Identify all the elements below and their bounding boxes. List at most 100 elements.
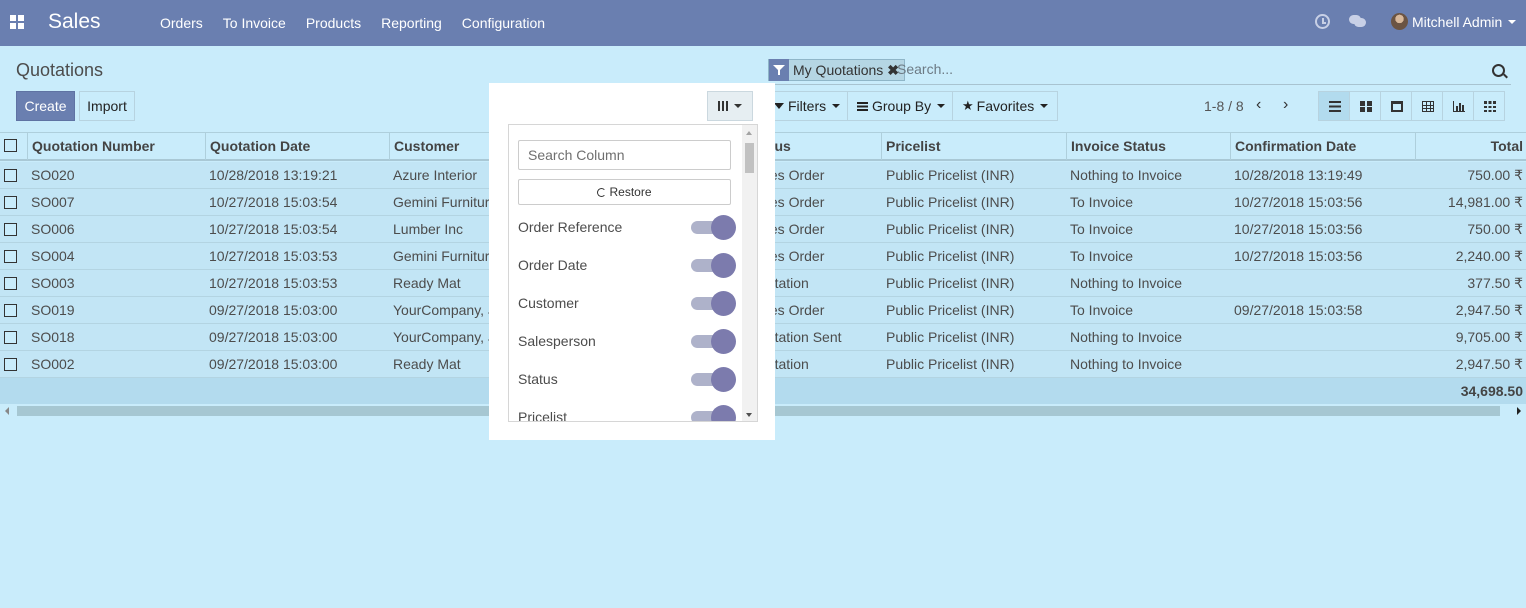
column-header[interactable]: Total xyxy=(1415,133,1526,160)
scroll-up-icon[interactable] xyxy=(746,131,752,135)
row-checkbox[interactable] xyxy=(4,196,17,209)
create-button[interactable]: Create xyxy=(16,91,75,121)
scrollbar-thumb[interactable] xyxy=(745,143,754,173)
table-cell xyxy=(1234,324,1414,351)
pager-value[interactable]: 1-8 / 8 xyxy=(1204,98,1244,114)
table-cell: 10/27/2018 15:03:56 xyxy=(1234,221,1363,237)
column-header-status[interactable]: Status xyxy=(759,133,881,160)
table-cell: 14,981.00 ₹ xyxy=(1447,194,1523,210)
graph-view-button[interactable] xyxy=(1442,91,1474,121)
column-option-label: Pricelist xyxy=(518,409,568,422)
column-toggle-switch[interactable] xyxy=(691,366,736,392)
search-icon[interactable] xyxy=(1492,64,1505,77)
table-cell: Public Pricelist (INR) xyxy=(886,356,1015,372)
clock-icon[interactable] xyxy=(1315,14,1330,29)
table-cell: ales Order xyxy=(759,302,825,318)
column-header[interactable]: Pricelist xyxy=(881,133,1066,160)
user-name: Mitchell Admin xyxy=(1412,13,1503,30)
table-cell: 377.50 ₹ xyxy=(1467,275,1523,291)
pager-previous-icon[interactable]: ‹ xyxy=(1256,97,1266,113)
dropdown-scrollbar[interactable] xyxy=(742,125,757,421)
column-header[interactable]: Invoice Status xyxy=(1066,133,1230,160)
user-menu[interactable]: Mitchell Admin xyxy=(1391,13,1517,30)
column-header[interactable]: Confirmation Date xyxy=(1230,133,1415,160)
menu-item-products[interactable]: Products xyxy=(296,0,371,46)
table-cell: Public Pricelist (INR) xyxy=(886,221,1015,237)
column-header[interactable]: Quotation Date xyxy=(205,133,389,160)
app-brand[interactable]: Sales xyxy=(48,10,101,34)
table-cell: 09/27/2018 15:03:58 xyxy=(1234,302,1363,318)
table-cell: Nothing to Invoice xyxy=(1070,275,1183,291)
row-checkbox[interactable] xyxy=(4,358,17,371)
table-cell: SO003 xyxy=(31,275,75,291)
table-cell: To Invoice xyxy=(1070,302,1134,318)
restore-label: Restore xyxy=(609,185,652,199)
filters-button[interactable]: Filters xyxy=(764,91,851,121)
column-option-label: Order Date xyxy=(518,257,588,273)
menu-item-to-invoice[interactable]: To Invoice xyxy=(213,0,296,46)
column-dropdown: Restore Order Reference Order Date Custome… xyxy=(508,124,758,422)
pivot-view-button[interactable] xyxy=(1411,91,1443,121)
chat-icon[interactable] xyxy=(1349,15,1366,27)
column-toggle-switch[interactable] xyxy=(691,328,736,354)
group-by-button[interactable]: Group By xyxy=(847,91,956,121)
select-all-checkbox[interactable] xyxy=(4,139,17,152)
menu-item-orders[interactable]: Orders xyxy=(150,0,213,46)
row-checkbox[interactable] xyxy=(4,331,17,344)
table-cell: SO002 xyxy=(31,356,75,372)
calendar-view-button[interactable] xyxy=(1380,91,1412,121)
restore-button[interactable]: Restore xyxy=(518,179,731,205)
table-cell: 10/28/2018 13:19:49 xyxy=(1234,167,1363,183)
page-title: Quotations xyxy=(16,60,104,80)
apps-icon[interactable] xyxy=(10,15,24,29)
toggle-knob xyxy=(711,367,736,392)
column-search-input[interactable] xyxy=(518,140,731,170)
row-checkbox[interactable] xyxy=(4,169,17,182)
kanban-icon xyxy=(1360,101,1372,112)
table-cell: 2,947.50 ₹ xyxy=(1455,302,1523,318)
column-toggle-switch[interactable] xyxy=(691,214,736,240)
table-cell: uotation xyxy=(759,275,809,291)
column-option: Order Date xyxy=(518,247,736,285)
scroll-down-icon[interactable] xyxy=(746,413,752,417)
filters-label: Filters xyxy=(788,98,827,114)
table-cell: Public Pricelist (INR) xyxy=(886,167,1015,183)
column-toggle-button[interactable] xyxy=(707,91,753,121)
main-menu: Orders To Invoice Products Reporting Con… xyxy=(150,0,555,46)
table-cell: 10/27/2018 15:03:54 xyxy=(209,221,338,237)
column-toggle-switch[interactable] xyxy=(691,404,736,421)
table-cell: ales Order xyxy=(759,221,825,237)
row-checkbox[interactable] xyxy=(4,304,17,317)
pager-next-icon[interactable]: › xyxy=(1283,97,1293,113)
table-cell: 10/27/2018 15:03:56 xyxy=(1234,194,1363,210)
scroll-right-icon[interactable] xyxy=(1517,407,1521,415)
row-checkbox[interactable] xyxy=(4,223,17,236)
list-view-button[interactable] xyxy=(1318,91,1350,121)
column-option: Pricelist xyxy=(518,399,736,422)
kanban-view-button[interactable] xyxy=(1349,91,1381,121)
row-checkbox[interactable] xyxy=(4,277,17,290)
refresh-icon xyxy=(597,188,607,197)
table-cell: To Invoice xyxy=(1070,194,1134,210)
menu-item-reporting[interactable]: Reporting xyxy=(371,0,452,46)
scroll-left-icon[interactable] xyxy=(5,407,9,415)
column-toggle-switch[interactable] xyxy=(691,290,736,316)
column-toggle-switch[interactable] xyxy=(691,252,736,278)
pivot-icon xyxy=(1422,101,1434,112)
chevron-down-icon xyxy=(832,104,841,108)
menu-item-configuration[interactable]: Configuration xyxy=(452,0,555,46)
column-option-label: Status xyxy=(518,371,558,387)
table-cell: uotation xyxy=(759,356,809,372)
row-checkbox[interactable] xyxy=(4,250,17,263)
activity-view-button[interactable] xyxy=(1473,91,1505,121)
toggle-knob xyxy=(711,253,736,278)
chevron-down-icon xyxy=(1040,104,1049,108)
search-input[interactable] xyxy=(897,61,1457,77)
table-cell: SO020 xyxy=(31,167,75,183)
table-cell: Public Pricelist (INR) xyxy=(886,194,1015,210)
column-header[interactable]: Quotation Number xyxy=(27,133,205,160)
column-option-label: Customer xyxy=(518,295,579,311)
table-cell: 10/27/2018 15:03:54 xyxy=(209,194,338,210)
favorites-button[interactable]: ★ Favorites xyxy=(952,91,1059,121)
import-button[interactable]: Import xyxy=(79,91,135,121)
